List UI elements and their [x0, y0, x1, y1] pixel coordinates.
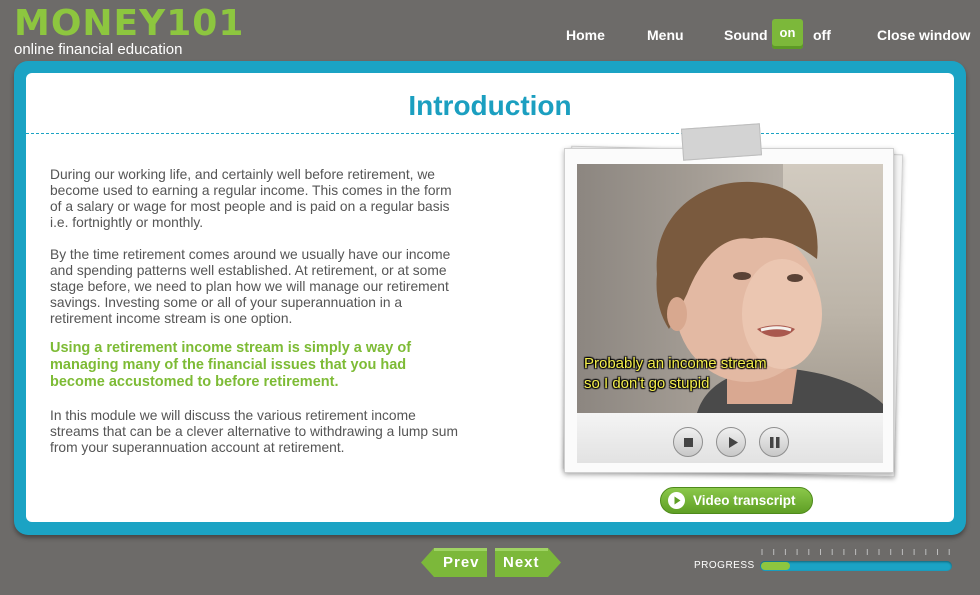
- sound-off-toggle[interactable]: off: [813, 27, 831, 43]
- logo-wordmark: MONEY101: [14, 3, 245, 44]
- video-transcript-label: Video transcript: [693, 493, 796, 508]
- intro-paragraph-2: By the time retirement comes around we u…: [50, 247, 451, 326]
- video-caption-line-2: so I don't go stupid: [584, 375, 710, 392]
- video-caption-line-1: Probably an income stream: [584, 355, 767, 372]
- prev-label: Prev: [443, 554, 480, 571]
- prev-button[interactable]: Prev: [421, 548, 487, 577]
- video-transcript-button[interactable]: Video transcript: [660, 487, 813, 514]
- sound-label: Sound: [724, 27, 768, 43]
- video-player[interactable]: Probably an income stream so I don't go …: [577, 164, 883, 413]
- stop-button[interactable]: [673, 427, 703, 457]
- intro-paragraph-1: During our working life, and certainly w…: [50, 167, 452, 230]
- stop-icon: [684, 438, 693, 447]
- nav-home-link[interactable]: Home: [566, 27, 605, 43]
- close-window-link[interactable]: Close window: [877, 27, 970, 43]
- pause-button[interactable]: [759, 427, 789, 457]
- page-title: Introduction: [408, 90, 572, 121]
- logo-subtitle: online financial education: [14, 41, 183, 58]
- logo: MONEY101 online financial education: [14, 6, 244, 58]
- progress-bar: [760, 561, 952, 571]
- play-icon: [729, 437, 738, 448]
- tape-strip: [680, 123, 763, 161]
- progress-ticks: [761, 549, 950, 555]
- play-button[interactable]: [716, 427, 746, 457]
- title-divider: [26, 133, 954, 134]
- intro-highlight: Using a retirement income stream is simp…: [50, 340, 412, 390]
- next-button[interactable]: Next: [495, 548, 561, 577]
- sound-on-toggle[interactable]: on: [772, 19, 803, 49]
- next-label: Next: [503, 554, 540, 571]
- transcript-play-icon: [668, 492, 685, 509]
- progress-fill: [761, 562, 790, 570]
- progress-label: PROGRESS: [694, 560, 755, 571]
- pause-icon: [770, 437, 780, 448]
- nav-menu-link[interactable]: Menu: [647, 27, 684, 43]
- intro-paragraph-3: In this module we will discuss the vario…: [50, 408, 458, 455]
